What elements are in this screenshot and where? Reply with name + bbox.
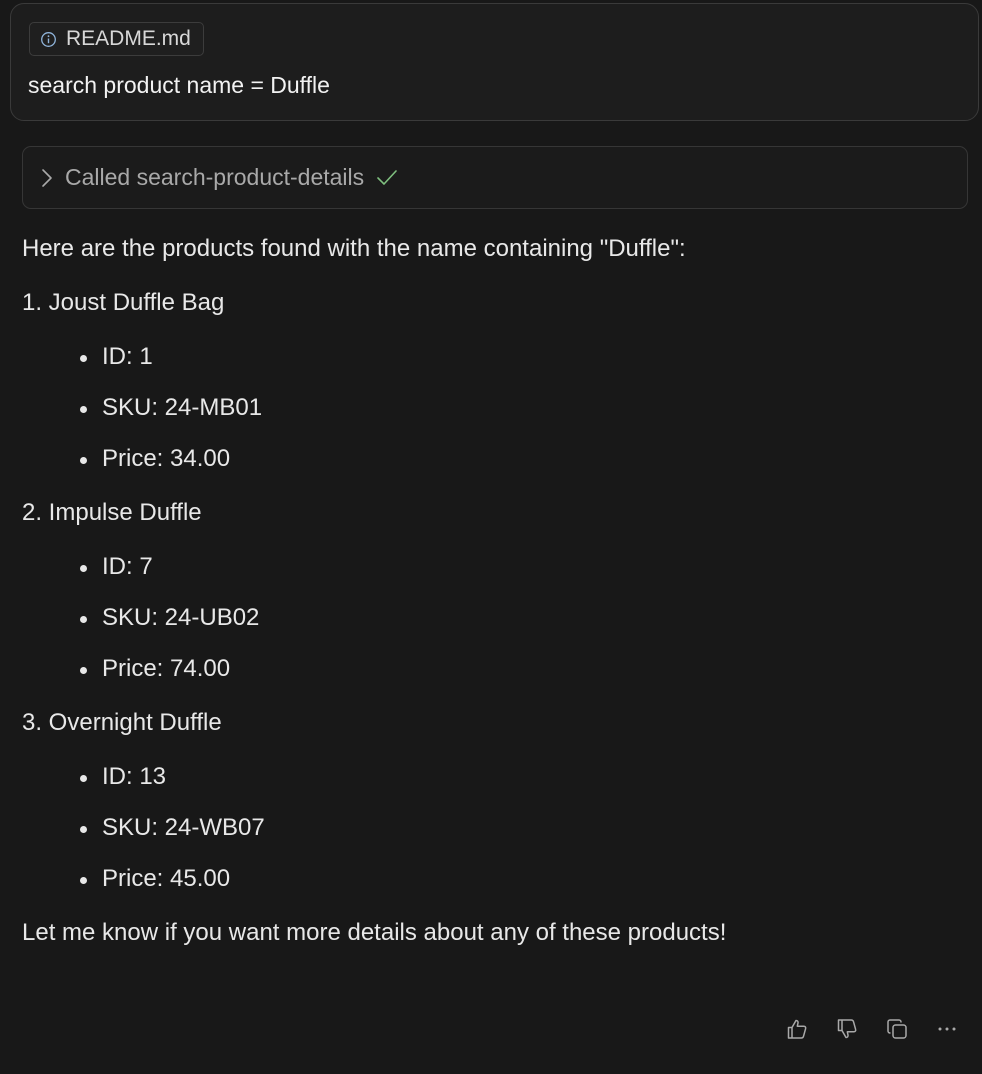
copy-button[interactable] xyxy=(884,1016,910,1046)
bullet xyxy=(80,457,87,464)
bullet xyxy=(80,667,87,674)
user-prompt: README.md search product name = Duffle xyxy=(10,3,979,121)
bullet xyxy=(80,355,87,362)
detail-text: Price: 34.00 xyxy=(102,445,231,472)
detail-text: ID: 7 xyxy=(102,553,153,580)
bullet xyxy=(80,775,87,782)
bullet xyxy=(80,616,87,623)
detail-text: SKU: 24-WB07 xyxy=(102,814,265,841)
bullet xyxy=(80,877,87,884)
detail-text: ID: 13 xyxy=(102,763,167,790)
tool-call-summary[interactable]: Called search-product-details xyxy=(22,146,968,209)
product-detail: Price: 45.00 xyxy=(22,862,962,896)
check-icon xyxy=(376,169,398,187)
product-detail: ID: 13 xyxy=(22,760,962,794)
bullet xyxy=(80,565,87,572)
prompt-text: search product name = Duffle xyxy=(28,72,330,98)
product-detail: ID: 7 xyxy=(22,550,962,584)
product-item: 3. Overnight Duffle ID: 13 SKU: 24-WB07 … xyxy=(22,706,962,896)
thumbs-down-button[interactable] xyxy=(834,1016,860,1046)
product-detail: SKU: 24-WB07 xyxy=(22,811,962,845)
info-icon xyxy=(40,31,57,48)
product-detail: Price: 74.00 xyxy=(22,652,962,686)
thumbs-down-icon xyxy=(835,1017,859,1046)
product-item: 2. Impulse Duffle ID: 7 SKU: 24-UB02 Pri… xyxy=(22,496,962,686)
detail-text: ID: 1 xyxy=(102,343,153,370)
product-details: ID: 1 SKU: 24-MB01 Price: 34.00 xyxy=(22,340,962,476)
tool-call-label: Called search-product-details xyxy=(65,164,365,190)
detail-text: SKU: 24-MB01 xyxy=(102,394,263,421)
copy-icon xyxy=(885,1017,909,1046)
product-title: 1. Joust Duffle Bag xyxy=(22,289,225,316)
response-actions xyxy=(784,1016,960,1046)
detail-text: Price: 74.00 xyxy=(102,655,231,682)
product-detail: SKU: 24-MB01 xyxy=(22,391,962,425)
thumbs-up-button[interactable] xyxy=(784,1016,810,1046)
thumbs-up-icon xyxy=(785,1017,809,1046)
response-intro: Here are the products found with the nam… xyxy=(22,235,686,262)
product-detail: ID: 1 xyxy=(22,340,962,374)
context-file-chip[interactable]: README.md xyxy=(29,22,204,56)
more-button[interactable] xyxy=(934,1016,960,1046)
chevron-right-icon xyxy=(41,168,53,188)
response-outro: Let me know if you want more details abo… xyxy=(22,919,727,946)
chat-panel: README.md search product name = Duffle C… xyxy=(0,0,982,1074)
bullet xyxy=(80,406,87,413)
product-details: ID: 13 SKU: 24-WB07 Price: 45.00 xyxy=(22,760,962,896)
assistant-response: Here are the products found with the nam… xyxy=(22,232,962,950)
product-detail: Price: 34.00 xyxy=(22,442,962,476)
detail-text: SKU: 24-UB02 xyxy=(102,604,260,631)
bullet xyxy=(80,826,87,833)
product-title: 3. Overnight Duffle xyxy=(22,709,222,736)
product-details: ID: 7 SKU: 24-UB02 Price: 74.00 xyxy=(22,550,962,686)
product-title: 2. Impulse Duffle xyxy=(22,499,202,526)
product-detail: SKU: 24-UB02 xyxy=(22,601,962,635)
context-file-name: README.md xyxy=(66,27,191,50)
product-item: 1. Joust Duffle Bag ID: 1 SKU: 24-MB01 P… xyxy=(22,286,962,476)
more-icon xyxy=(935,1017,959,1046)
detail-text: Price: 45.00 xyxy=(102,865,231,892)
